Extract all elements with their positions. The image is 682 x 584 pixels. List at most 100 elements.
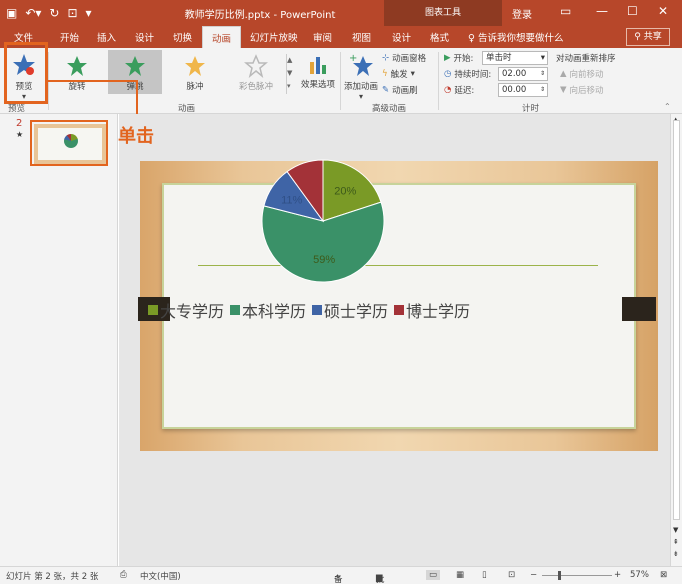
tab-insert[interactable]: 插入 <box>97 30 116 44</box>
tab-home[interactable]: 开始 <box>60 30 79 44</box>
move-earlier-button[interactable]: ▲ 向前移动 <box>560 68 604 80</box>
spellcheck-icon[interactable]: ⎙ <box>120 570 127 580</box>
zoom-slider[interactable] <box>542 575 612 576</box>
play-icon: ▶ <box>444 53 451 63</box>
legend-item: 博士学历 <box>394 298 470 322</box>
divider-line <box>198 265 598 266</box>
zoom-out-icon[interactable]: − <box>530 570 537 580</box>
trigger-button[interactable]: ϟ 触发 ▾ <box>382 68 415 80</box>
click-annotation: 单击 <box>118 126 154 147</box>
effect-options-button[interactable]: 效果选项 <box>298 54 338 90</box>
timing-group-label: 计时 <box>522 104 540 114</box>
tab-chart-format[interactable]: 格式 <box>430 30 449 44</box>
tab-slideshow[interactable]: 幻灯片放映 <box>250 30 298 44</box>
chevron-down-icon: ▾ <box>358 92 363 101</box>
start-select[interactable]: 单击时 ▾ <box>482 51 548 65</box>
ribbon-display-icon[interactable]: ▭ <box>560 4 571 18</box>
annotation-line <box>136 80 138 114</box>
divider <box>340 52 341 110</box>
effect-spin[interactable]: 旋转 <box>54 54 100 92</box>
lightbulb-icon: ♀ <box>468 33 478 44</box>
tab-review[interactable]: 审阅 <box>313 30 332 44</box>
scroll-down-icon[interactable]: ▼ <box>673 526 678 534</box>
start-row: ▶ 开始: <box>444 52 473 64</box>
advanced-group-label: 高级动画 <box>372 104 407 114</box>
tab-animations[interactable]: 动画 <box>202 26 242 48</box>
animation-star-icon: ★ <box>16 130 24 139</box>
delay-label: 延迟: <box>454 86 475 96</box>
tab-design[interactable]: 设计 <box>135 30 154 44</box>
reading-view-icon[interactable]: ▯ <box>482 570 487 580</box>
delay-clock-icon: ◔ <box>444 85 452 95</box>
tab-transitions[interactable]: 切换 <box>173 30 192 44</box>
collapse-ribbon-icon[interactable]: ⌃ <box>664 102 671 111</box>
legend-swatch <box>312 305 323 315</box>
arrow-down-icon: ▼ <box>560 85 567 95</box>
spinner-icon[interactable]: ⇕ <box>540 84 547 96</box>
animation-pane-label: 动画窗格 <box>392 54 427 64</box>
slideshow-view-icon[interactable]: ⊡ <box>508 570 515 580</box>
add-animation-icon: + <box>349 53 373 76</box>
slide-thumbnail-pane: 2 ★ <box>0 114 118 566</box>
chevron-down-icon: ▾ <box>410 69 415 79</box>
color-pulse-star-icon <box>244 54 268 78</box>
tab-chart-design[interactable]: 设计 <box>392 30 411 44</box>
notes-label: 备注 <box>334 575 343 584</box>
animation-painter-button[interactable]: ✎ 动画刷 <box>382 84 418 96</box>
delay-input[interactable]: 00.00 ⇕ <box>498 83 548 97</box>
zoom-in-icon[interactable]: + <box>614 570 621 580</box>
add-animation-button[interactable]: + 添加动画 ▾ <box>343 52 379 101</box>
status-bar: 幻灯片 第 2 张，共 2 张 ⎙ 中文(中国) ≐ 备注 ▆ 批注 ▭ ▦ ▯… <box>0 566 682 584</box>
login-link[interactable]: 登录 <box>512 6 532 21</box>
normal-view-icon[interactable]: ▭ <box>426 570 441 580</box>
slide-info: 幻灯片 第 2 张，共 2 张 <box>6 572 99 582</box>
fit-to-window-icon[interactable]: ⊠ <box>660 570 667 580</box>
maximize-icon[interactable]: ☐ <box>627 4 638 18</box>
zoom-level[interactable]: 57% <box>630 570 649 580</box>
animation-pane-button[interactable]: ⊹ 动画窗格 <box>382 52 426 64</box>
vertical-scrollbar[interactable]: ▲ ▼ ⇞ ⇟ <box>670 114 682 566</box>
legend-swatch <box>394 305 405 315</box>
chart-legend[interactable]: 大专学历 本科学历 硕士学历 博士学历 <box>148 298 470 322</box>
slide-sorter-icon[interactable]: ▦ <box>456 570 464 580</box>
delay-value: 00.00 <box>502 85 527 95</box>
legend-item: 大专学历 <box>148 298 224 322</box>
animation-painter-label: 动画刷 <box>392 86 418 96</box>
next-slide-icon[interactable]: ⇟ <box>673 550 679 558</box>
close-icon[interactable]: ✕ <box>658 4 668 18</box>
tell-me-text: 告诉我你想要做什么 <box>477 33 564 44</box>
effect-options-label: 效果选项 <box>300 80 335 90</box>
title-bar: ▣ ↶▾ ↻ ⊡ ▾ 教师学历比例.pptx - PowerPoint 图表工具… <box>0 0 682 26</box>
spinner-icon[interactable]: ⇕ <box>540 68 547 80</box>
pulse-star-icon <box>185 56 205 76</box>
language[interactable]: 中文(中国) <box>140 570 181 582</box>
zoom-slider-handle[interactable] <box>558 571 561 580</box>
chevron-down-icon: ▾ <box>540 53 545 63</box>
effect-label: 彩色脉冲 <box>238 82 273 92</box>
scroll-thumb[interactable] <box>673 120 680 520</box>
duration-row: ◷ 持续时间: <box>444 68 491 80</box>
previous-slide-icon[interactable]: ⇞ <box>673 538 679 546</box>
annotation-line <box>48 80 136 82</box>
reorder-title: 对动画重新排序 <box>556 54 616 64</box>
effect-pulse[interactable]: 脉冲 <box>172 54 218 92</box>
legend-item: 本科学历 <box>230 298 306 322</box>
minimize-icon[interactable]: — <box>596 4 608 18</box>
effect-label: 弹跳 <box>126 82 144 92</box>
trigger-label: 触发 <box>390 70 408 80</box>
animation-group-label: 动画 <box>178 104 196 114</box>
move-earlier-label: 向前移动 <box>569 70 604 80</box>
decorative-tab-right <box>622 297 656 321</box>
delay-row: ◔ 延迟: <box>444 84 474 96</box>
share-label: 共享 <box>643 32 662 42</box>
duration-value: 02.00 <box>502 69 527 79</box>
move-later-button[interactable]: ▼ 向后移动 <box>560 84 604 96</box>
share-button[interactable]: ⚲ 共享 <box>626 28 670 46</box>
effect-color-pulse[interactable]: 彩色脉冲 <box>230 54 282 92</box>
tell-me-search[interactable]: ♀ 告诉我你想要做什么 <box>468 30 564 44</box>
effect-bounce[interactable]: 弹跳 <box>108 50 162 94</box>
duration-input[interactable]: 02.00 ⇕ <box>498 67 548 81</box>
gallery-scroll[interactable]: ▲ ▼ ▾ <box>286 54 294 94</box>
tab-view[interactable]: 视图 <box>352 30 371 44</box>
arrow-up-icon: ▲ <box>560 69 567 79</box>
